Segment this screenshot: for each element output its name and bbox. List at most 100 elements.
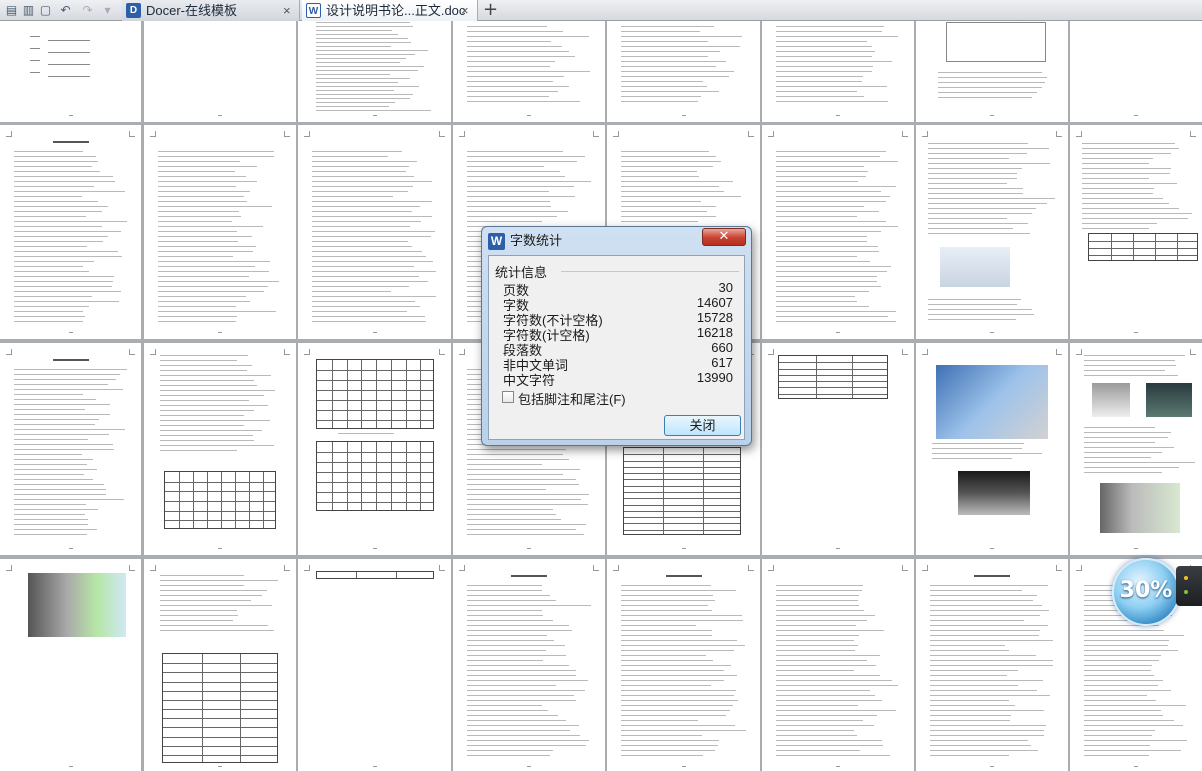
margin-corner-mark xyxy=(1076,565,1082,571)
text-line xyxy=(158,206,272,207)
text-line xyxy=(932,448,1023,449)
text-line xyxy=(160,390,275,391)
page-thumbnail[interactable] xyxy=(916,559,1068,771)
text-line xyxy=(14,306,90,307)
text-line xyxy=(621,206,717,207)
text-line xyxy=(160,440,255,441)
page-thumbnail[interactable] xyxy=(1070,125,1202,339)
page-thumbnail[interactable] xyxy=(298,21,451,122)
tab-docer-templates[interactable]: D Docer-在线模板 × xyxy=(122,0,300,21)
undo-icon[interactable]: ↶ xyxy=(58,2,73,18)
text-line xyxy=(930,695,1050,696)
text-line xyxy=(776,166,865,167)
text-line xyxy=(160,615,239,616)
text-line xyxy=(776,76,864,77)
page-thumbnail[interactable] xyxy=(762,559,914,771)
stat-value: 14607 xyxy=(696,295,733,310)
floating-percent-widget[interactable]: 30% xyxy=(1112,558,1180,626)
text-line xyxy=(930,635,1040,636)
page-thumbnail[interactable] xyxy=(762,125,914,339)
text-line xyxy=(14,474,85,475)
print-preview-icon[interactable]: ▥ xyxy=(21,2,36,18)
text-line xyxy=(1084,442,1156,443)
text-line xyxy=(158,296,246,297)
text-line xyxy=(14,321,83,322)
text-line xyxy=(928,168,1023,169)
table-col-line xyxy=(376,442,377,510)
page-thumbnail[interactable] xyxy=(144,125,296,339)
checkbox-box[interactable] xyxy=(502,391,514,403)
text-line xyxy=(776,600,858,601)
include-footnotes-checkbox[interactable]: 包括脚注和尾注(F) xyxy=(502,389,626,408)
text-line xyxy=(158,196,244,197)
text-line xyxy=(928,148,1050,149)
dialog-close-icon[interactable]: ✕ xyxy=(702,228,746,246)
tab-document[interactable]: W 设计说明书论...正文.doc × xyxy=(302,0,478,21)
text-line xyxy=(1084,690,1171,691)
margin-corner-mark xyxy=(459,565,465,571)
text-line xyxy=(14,414,111,415)
page-thumbnail[interactable] xyxy=(144,21,296,122)
text-line xyxy=(467,56,575,57)
text-line xyxy=(158,316,237,317)
close-button[interactable]: 关闭 xyxy=(664,415,741,436)
page-thumbnail[interactable] xyxy=(0,343,141,555)
text-line xyxy=(14,176,113,177)
quick-access-dropdown-icon[interactable]: ▾ xyxy=(100,2,115,18)
text-line xyxy=(930,655,1036,656)
page-thumbnail[interactable] xyxy=(0,125,141,339)
page-thumbnail[interactable] xyxy=(916,21,1068,122)
page-thumbnail[interactable] xyxy=(298,125,451,339)
text-line xyxy=(1084,670,1152,671)
text-line xyxy=(14,241,103,242)
page-thumbnail[interactable] xyxy=(607,21,760,122)
text-line xyxy=(1082,183,1177,184)
page-thumbnail[interactable] xyxy=(607,559,760,771)
page-thumbnail[interactable] xyxy=(1070,343,1202,555)
page-thumbnail[interactable] xyxy=(1070,21,1202,122)
text-line xyxy=(14,246,88,247)
text-line xyxy=(1084,720,1174,721)
page-thumbnail[interactable] xyxy=(916,343,1068,555)
preview-icon[interactable]: ▢ xyxy=(38,2,53,18)
page-thumbnail[interactable] xyxy=(144,559,296,771)
text-line xyxy=(467,720,567,721)
workpiece-image xyxy=(1092,383,1130,417)
text-line xyxy=(312,176,414,177)
close-tab-icon[interactable]: × xyxy=(461,0,469,21)
page-thumbnail[interactable] xyxy=(298,559,451,771)
text-line xyxy=(930,665,1054,666)
text-line xyxy=(1082,173,1170,174)
margin-corner-mark xyxy=(304,131,310,137)
text-line xyxy=(938,82,1045,83)
page-thumbnail[interactable] xyxy=(0,559,141,771)
stat-value: 660 xyxy=(711,340,733,355)
text-line xyxy=(928,299,1021,300)
text-line xyxy=(1084,640,1170,641)
new-tab-plus-icon[interactable]: + xyxy=(483,0,498,20)
floating-widget-side-panel[interactable] xyxy=(1176,566,1202,606)
print-icon[interactable]: ▤ xyxy=(4,2,19,18)
page-thumbnail[interactable] xyxy=(298,343,451,555)
page-thumbnail[interactable] xyxy=(144,343,296,555)
page-thumbnail[interactable] xyxy=(916,125,1068,339)
close-tab-icon[interactable]: × xyxy=(283,0,291,21)
text-line xyxy=(621,196,741,197)
table-row-line xyxy=(624,479,740,481)
text-line xyxy=(776,216,857,217)
page-number-mark xyxy=(68,115,73,116)
margin-corner-mark xyxy=(1190,349,1196,355)
text-line xyxy=(930,710,1045,711)
title-tab-bar: ▤ ▥ ▢ ↶ ↷ ▾ D Docer-在线模板 × W 设计说明书论...正文… xyxy=(0,0,1202,21)
page-thumbnail[interactable] xyxy=(0,21,141,122)
page-thumbnail[interactable] xyxy=(453,559,605,771)
redo-icon[interactable]: ↷ xyxy=(80,2,95,18)
page-thumbnail[interactable] xyxy=(453,21,605,122)
table-row-line xyxy=(1089,241,1197,242)
text-line xyxy=(467,211,568,212)
text-line xyxy=(467,715,558,716)
text-line xyxy=(1084,755,1150,756)
text-line xyxy=(312,276,419,277)
page-thumbnail[interactable] xyxy=(762,343,914,555)
page-thumbnail[interactable] xyxy=(762,21,914,122)
